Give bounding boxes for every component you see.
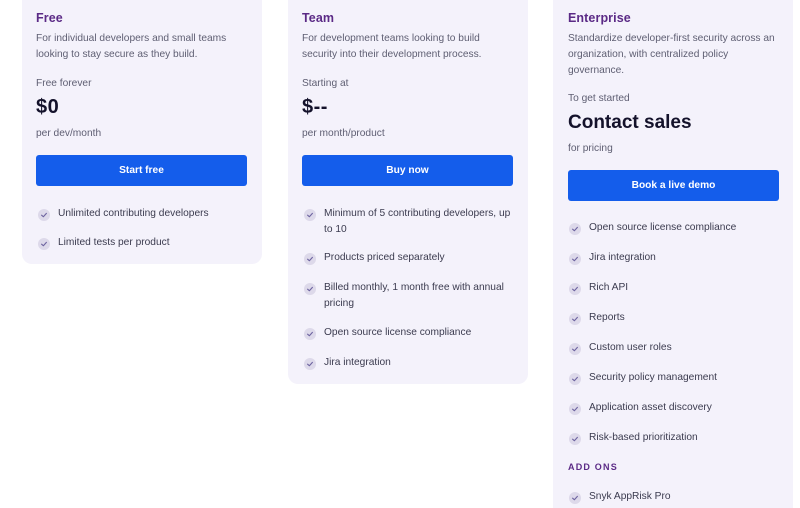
feature-text: Risk-based prioritization bbox=[589, 432, 698, 443]
plan-name: Enterprise bbox=[568, 11, 631, 25]
check-icon bbox=[569, 283, 581, 295]
feature-text: Products priced separately bbox=[324, 252, 445, 263]
price: Contact sales bbox=[568, 112, 692, 133]
plan-description: For development teams looking to build s… bbox=[302, 33, 482, 60]
plan-card-team: Team For development teams looking to bu… bbox=[288, 0, 528, 384]
buy-now-button[interactable]: Buy now bbox=[302, 155, 513, 186]
feature-text: Unlimited contributing developers bbox=[58, 208, 209, 219]
check-icon bbox=[569, 433, 581, 445]
feature-item: Products priced separately bbox=[304, 252, 514, 266]
price-caption: To get started bbox=[568, 93, 630, 104]
feature-item: Custom user roles bbox=[569, 342, 779, 356]
price-caption: Starting at bbox=[302, 78, 349, 89]
feature-text: Jira integration bbox=[324, 357, 391, 368]
feature-item: Rich API bbox=[569, 282, 779, 296]
feature-text: Rich API bbox=[589, 282, 629, 293]
feature-text: Reports bbox=[589, 312, 625, 323]
plan-card-free: Free For individual developers and small… bbox=[22, 0, 262, 264]
check-icon bbox=[304, 358, 316, 370]
check-icon bbox=[569, 223, 581, 235]
check-icon bbox=[304, 253, 316, 265]
feature-text: Limited tests per product bbox=[58, 237, 170, 248]
feature-item: Jira integration bbox=[304, 357, 514, 371]
price: $0 bbox=[36, 96, 60, 118]
addon-item: Snyk AppRisk Pro bbox=[569, 491, 779, 505]
feature-text: Minimum of 5 contributing developers, up… bbox=[324, 208, 511, 235]
feature-item: Reports bbox=[569, 312, 779, 326]
check-icon bbox=[304, 328, 316, 340]
check-icon bbox=[569, 403, 581, 415]
plan-description: For individual developers and small team… bbox=[36, 33, 227, 60]
feature-item: Limited tests per product bbox=[38, 237, 248, 251]
price-unit: per month/product bbox=[302, 128, 385, 139]
check-icon bbox=[569, 373, 581, 385]
plan-description: Standardize developer-first security acr… bbox=[568, 33, 775, 76]
feature-item: Application asset discovery bbox=[569, 402, 779, 416]
feature-text: Open source license compliance bbox=[589, 222, 737, 233]
feature-text: Billed monthly, 1 month free with annual… bbox=[324, 282, 504, 309]
plan-card-enterprise: Enterprise Standardize developer-first s… bbox=[553, 0, 793, 508]
book-demo-button[interactable]: Book a live demo bbox=[568, 170, 779, 201]
feature-item: Billed monthly, 1 month free with annual… bbox=[304, 282, 514, 312]
price-unit: per dev/month bbox=[36, 128, 102, 139]
plan-name: Free bbox=[36, 11, 63, 25]
check-icon bbox=[569, 253, 581, 265]
start-free-button[interactable]: Start free bbox=[36, 155, 247, 186]
feature-item: Jira integration bbox=[569, 252, 779, 266]
plan-name: Team bbox=[302, 11, 335, 25]
check-icon bbox=[38, 209, 50, 221]
check-icon bbox=[569, 343, 581, 355]
check-icon bbox=[569, 313, 581, 325]
check-icon bbox=[569, 492, 581, 504]
addon-text: Snyk AppRisk Pro bbox=[589, 491, 671, 502]
feature-item: Risk-based prioritization bbox=[569, 432, 779, 446]
feature-text: Security policy management bbox=[589, 372, 717, 383]
feature-item: Open source license compliance bbox=[304, 327, 514, 341]
addons-heading: ADD ONS bbox=[568, 462, 618, 472]
feature-item: Unlimited contributing developers bbox=[38, 208, 248, 222]
price-caption: Free forever bbox=[36, 78, 92, 89]
check-icon bbox=[304, 209, 316, 221]
feature-text: Custom user roles bbox=[589, 342, 672, 353]
feature-text: Jira integration bbox=[589, 252, 656, 263]
feature-item: Open source license compliance bbox=[569, 222, 779, 236]
price: $-- bbox=[302, 96, 328, 118]
check-icon bbox=[304, 283, 316, 295]
check-icon bbox=[38, 238, 50, 250]
feature-text: Open source license compliance bbox=[324, 327, 472, 338]
feature-item: Minimum of 5 contributing developers, up… bbox=[304, 208, 514, 238]
feature-text: Application asset discovery bbox=[589, 402, 712, 413]
feature-item: Security policy management bbox=[569, 372, 779, 386]
price-unit: for pricing bbox=[568, 143, 613, 154]
